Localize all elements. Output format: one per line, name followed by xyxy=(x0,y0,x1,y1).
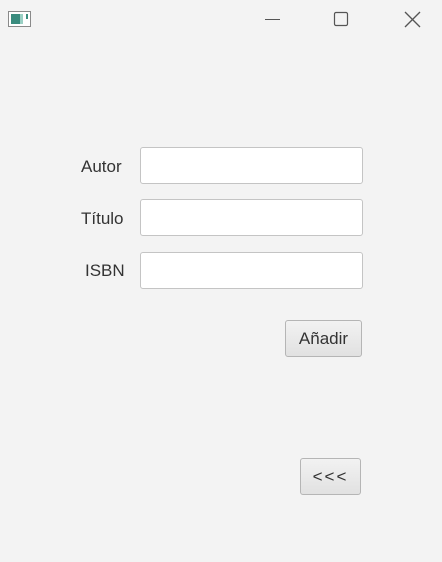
title-bar[interactable] xyxy=(0,0,442,38)
back-button[interactable]: <<< xyxy=(300,458,361,495)
java-app-icon xyxy=(8,11,31,27)
isbn-label: ISBN xyxy=(85,261,125,280)
minimize-button[interactable] xyxy=(249,4,295,34)
titulo-field[interactable] xyxy=(140,199,363,236)
app-window: Autor Título ISBN Añadir <<< xyxy=(0,0,442,562)
autor-label: Autor xyxy=(81,157,122,176)
maximize-icon xyxy=(333,11,349,27)
titulo-label: Título xyxy=(81,209,124,228)
maximize-button[interactable] xyxy=(318,4,364,34)
isbn-field[interactable] xyxy=(140,252,363,289)
autor-field[interactable] xyxy=(140,147,363,184)
minimize-icon xyxy=(265,19,280,20)
close-button[interactable] xyxy=(389,4,435,34)
close-icon xyxy=(404,11,421,28)
add-button[interactable]: Añadir xyxy=(285,320,362,357)
